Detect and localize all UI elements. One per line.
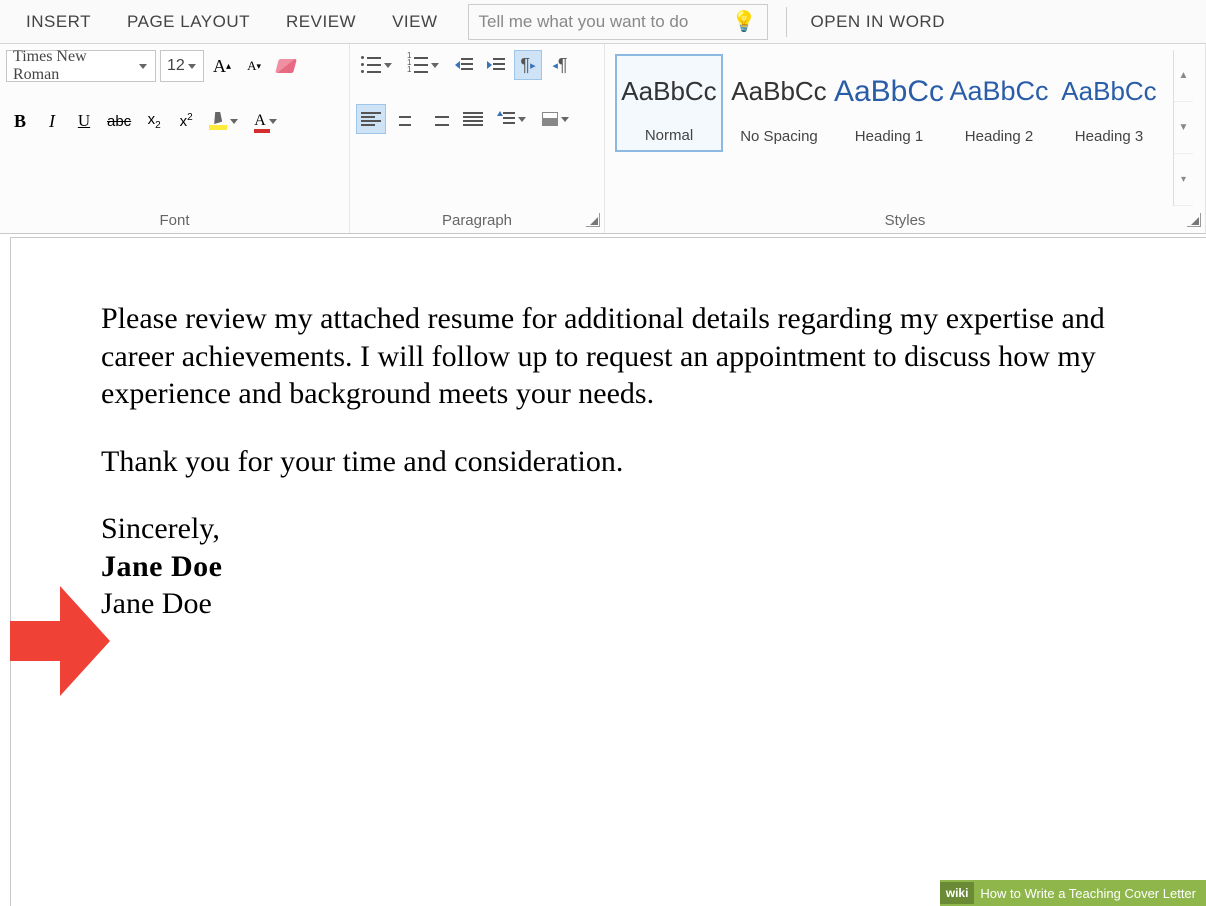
align-left-button[interactable] — [356, 104, 386, 134]
highlight-button[interactable] — [204, 106, 245, 136]
wikihow-footer: wiki How to Write a Teaching Cover Lette… — [940, 880, 1206, 906]
align-right-icon — [429, 112, 449, 126]
chevron-down-icon — [230, 116, 240, 126]
chevron-down-icon — [561, 114, 571, 124]
outdent-icon — [455, 58, 473, 72]
styles-more[interactable]: ▾ — [1174, 154, 1193, 206]
callout-arrow-icon — [10, 586, 110, 696]
separator — [786, 7, 787, 37]
tell-me-placeholder: Tell me what you want to do — [479, 12, 689, 32]
tab-insert[interactable]: INSERT — [8, 0, 109, 44]
lightbulb-icon: 💡 — [732, 9, 757, 34]
wikihow-logo: wiki — [940, 882, 975, 904]
styles-scroll-up[interactable]: ▲ — [1174, 50, 1193, 102]
font-color-button[interactable]: A — [249, 106, 284, 136]
indent-icon — [487, 58, 505, 72]
chevron-down-icon — [269, 116, 279, 126]
chevron-down-icon — [518, 114, 528, 124]
document-canvas[interactable]: Please review my attached resume for add… — [10, 237, 1206, 906]
shrink-font-button[interactable]: A▾ — [240, 51, 268, 81]
styles-scroll: ▲ ▼ ▾ — [1173, 50, 1193, 206]
chevron-down-icon — [139, 61, 149, 71]
justify-button[interactable] — [458, 104, 488, 134]
paragraph-2: Thank you for your time and consideratio… — [101, 443, 1116, 481]
group-label-styles: Styles — [611, 206, 1199, 233]
numbering-button[interactable] — [403, 50, 446, 80]
grow-font-button[interactable]: A▴ — [208, 51, 236, 81]
numbering-icon — [408, 57, 428, 73]
style-normal[interactable]: AaBbCc Normal — [615, 54, 723, 152]
highlight-icon — [209, 112, 227, 130]
paragraph-1: Please review my attached resume for add… — [101, 300, 1116, 413]
subscript-button[interactable]: x2 — [140, 106, 168, 136]
underline-button[interactable]: U — [70, 106, 98, 136]
style-heading-3[interactable]: AaBbCc Heading 3 — [1055, 54, 1163, 152]
line-spacing-button[interactable] — [492, 104, 533, 134]
tab-review[interactable]: REVIEW — [268, 0, 374, 44]
strikethrough-button[interactable]: abc — [102, 106, 136, 136]
italic-button[interactable]: I — [38, 106, 66, 136]
signature-printed: Jane Doe — [101, 585, 1116, 623]
align-center-icon — [395, 112, 415, 126]
style-heading-1[interactable]: AaBbCc Heading 1 — [835, 54, 943, 152]
bold-button[interactable]: B — [6, 106, 34, 136]
tab-view[interactable]: VIEW — [374, 0, 455, 44]
ribbon: Times New Roman 12 A▴ A▾ B I U abc x2 x2… — [0, 44, 1206, 234]
align-right-button[interactable] — [424, 104, 454, 134]
font-name-select[interactable]: Times New Roman — [6, 50, 156, 82]
rtl-button[interactable]: ◂¶ — [546, 50, 574, 80]
style-no-spacing[interactable]: AaBbCc No Spacing — [725, 54, 833, 152]
font-size-select[interactable]: 12 — [160, 50, 204, 82]
align-left-icon — [361, 112, 381, 126]
group-styles: AaBbCc Normal AaBbCc No Spacing AaBbCc H… — [605, 44, 1206, 233]
styles-dialog-launcher[interactable] — [1187, 213, 1201, 227]
shading-button[interactable] — [537, 104, 576, 134]
closing-line: Sincerely, — [101, 510, 1116, 548]
document-body: Please review my attached resume for add… — [101, 300, 1116, 623]
line-spacing-icon — [497, 110, 515, 128]
shading-icon — [542, 112, 558, 126]
chevron-down-icon — [188, 61, 197, 71]
group-paragraph: ¶▸ ◂¶ Paragraph — [350, 44, 605, 233]
eraser-icon — [275, 59, 297, 73]
bullets-button[interactable] — [356, 50, 399, 80]
tell-me-input[interactable]: Tell me what you want to do 💡 — [468, 4, 768, 40]
style-heading-2[interactable]: AaBbCc Heading 2 — [945, 54, 1053, 152]
signature-handwritten: Jane Doe — [101, 548, 1116, 586]
styles-scroll-down[interactable]: ▼ — [1174, 102, 1193, 154]
align-center-button[interactable] — [390, 104, 420, 134]
justify-icon — [463, 112, 483, 126]
tab-open-in-word[interactable]: OPEN IN WORD — [793, 0, 963, 44]
bullets-icon — [361, 57, 381, 73]
ribbon-tabs: INSERT PAGE LAYOUT REVIEW VIEW Tell me w… — [0, 0, 1206, 44]
ltr-button[interactable]: ¶▸ — [514, 50, 542, 80]
chevron-down-icon — [431, 60, 441, 70]
tab-page-layout[interactable]: PAGE LAYOUT — [109, 0, 268, 44]
styles-gallery: AaBbCc Normal AaBbCc No Spacing AaBbCc H… — [611, 50, 1167, 206]
superscript-button[interactable]: x2 — [172, 106, 200, 136]
increase-indent-button[interactable] — [482, 50, 510, 80]
group-font: Times New Roman 12 A▴ A▾ B I U abc x2 x2… — [0, 44, 350, 233]
decrease-indent-button[interactable] — [450, 50, 478, 80]
chevron-down-icon — [384, 60, 394, 70]
paragraph-dialog-launcher[interactable] — [586, 213, 600, 227]
wikihow-title: How to Write a Teaching Cover Letter — [980, 886, 1196, 901]
group-label-font: Font — [6, 206, 343, 233]
clear-formatting-button[interactable] — [272, 51, 300, 81]
group-label-paragraph: Paragraph — [356, 206, 598, 233]
